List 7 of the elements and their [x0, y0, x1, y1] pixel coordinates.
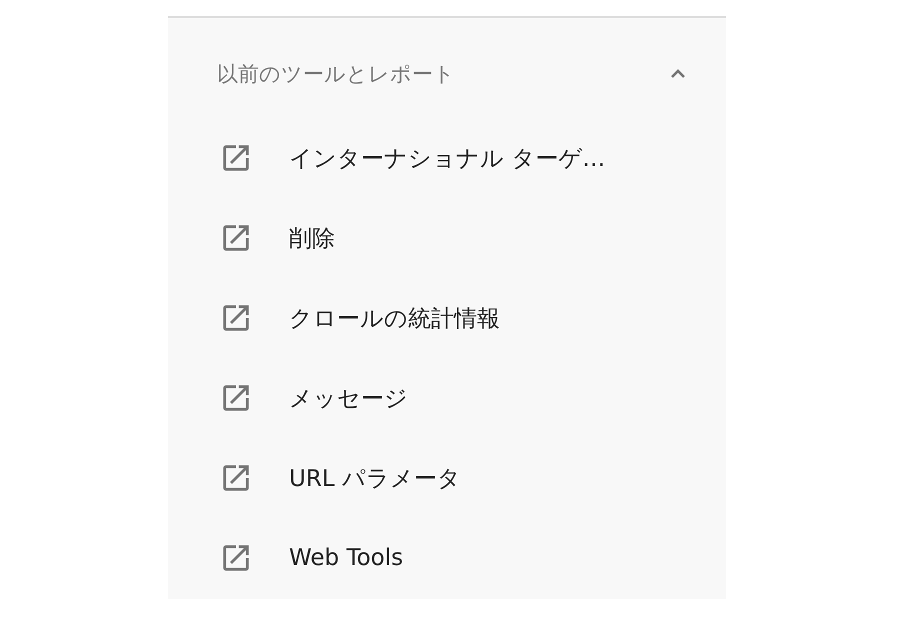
menu-item[interactable]: インターナショナル ターゲ… — [289, 142, 606, 174]
menu-item[interactable]: メッセージ — [289, 382, 408, 414]
menu-item[interactable]: Web Tools — [289, 545, 404, 571]
menu-item[interactable]: クロールの統計情報 — [289, 302, 500, 334]
menu-item[interactable]: 削除 — [289, 222, 335, 254]
section-title: 以前のツールとレポート — [217, 61, 455, 88]
menu-item[interactable]: URL パラメータ — [289, 462, 461, 494]
